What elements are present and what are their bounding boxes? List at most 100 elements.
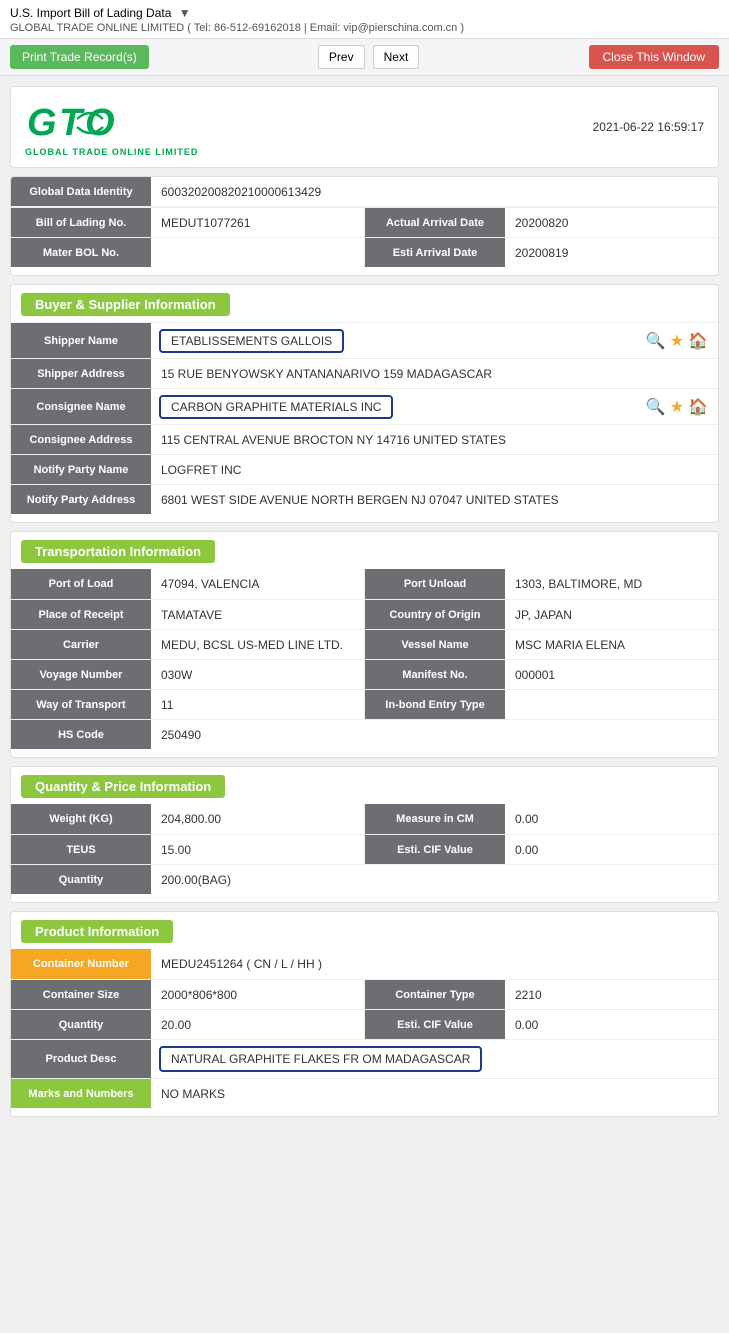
notify-party-address-row: Notify Party Address 6801 WEST SIDE AVEN… [11, 484, 718, 514]
container-type-value: 2210 [505, 980, 718, 1009]
identity-card: Global Data Identity 6003202008202100006… [10, 176, 719, 276]
timestamp: 2021-06-22 16:59:17 [593, 120, 704, 134]
svg-text:O: O [85, 102, 115, 144]
svg-text:G: G [27, 102, 57, 144]
inbond-entry-label: In-bond Entry Type [365, 690, 505, 719]
manifest-no-label: Manifest No. [365, 660, 505, 689]
teus-row: TEUS 15.00 Esti. CIF Value 0.00 [11, 834, 718, 864]
global-data-value: 600320200820210000613429 [151, 177, 718, 206]
consignee-icons: 🔍 ★ 🏠 [646, 397, 718, 417]
product-quantity-label: Quantity [11, 1010, 151, 1039]
top-bar: U.S. Import Bill of Lading Data ▼ GLOBAL… [0, 0, 729, 39]
container-number-value: MEDU2451264 ( CN / L / HH ) [151, 949, 718, 979]
hs-code-value: 250490 [151, 720, 718, 749]
product-esti-cif-value: 0.00 [505, 1010, 718, 1039]
product-quantity-row: Quantity 20.00 Esti. CIF Value 0.00 [11, 1009, 718, 1039]
actual-arrival-value: 20200820 [505, 208, 718, 237]
port-unload-value: 1303, BALTIMORE, MD [505, 569, 718, 599]
notify-party-address-value: 6801 WEST SIDE AVENUE NORTH BERGEN NJ 07… [151, 485, 718, 514]
product-desc-label: Product Desc [11, 1040, 151, 1078]
quantity-row: Quantity 200.00(BAG) [11, 864, 718, 894]
bol-value: MEDUT1077261 [151, 208, 365, 237]
quantity-value: 200.00(BAG) [151, 865, 718, 894]
shipper-home-icon[interactable]: 🏠 [688, 331, 708, 351]
container-size-value: 2000*806*800 [151, 980, 365, 1009]
vessel-name-value: MSC MARIA ELENA [505, 630, 718, 659]
shipper-icons: 🔍 ★ 🏠 [646, 331, 718, 351]
measure-value: 0.00 [505, 804, 718, 834]
consignee-home-icon[interactable]: 🏠 [688, 397, 708, 417]
port-unload-label: Port Unload [365, 569, 505, 599]
close-button[interactable]: Close This Window [589, 45, 719, 69]
print-button[interactable]: Print Trade Record(s) [10, 45, 149, 69]
notify-party-name-value: LOGFRET INC [151, 455, 718, 484]
container-size-row: Container Size 2000*806*800 Container Ty… [11, 979, 718, 1009]
svg-text:T: T [59, 102, 85, 144]
shipper-name-value: ETABLISSEMENTS GALLOIS [159, 329, 344, 353]
way-of-transport-label: Way of Transport [11, 690, 151, 719]
esti-arrival-label: Esti Arrival Date [365, 238, 505, 267]
esti-cif-label: Esti. CIF Value [365, 835, 505, 864]
toolbar: Print Trade Record(s) Prev Next Close Th… [0, 39, 729, 76]
marks-and-numbers-label: Marks and Numbers [11, 1079, 151, 1108]
actual-arrival-label: Actual Arrival Date [365, 208, 505, 237]
place-of-receipt-value: TAMATAVE [151, 600, 365, 629]
shipper-address-value: 15 RUE BENYOWSKY ANTANANARIVO 159 MADAGA… [151, 359, 718, 388]
mater-bol-label: Mater BOL No. [11, 238, 151, 267]
transportation-card: Transportation Information Port of Load … [10, 531, 719, 758]
global-data-label: Global Data Identity [11, 177, 151, 206]
mater-bol-value [151, 238, 365, 267]
subtitle: GLOBAL TRADE ONLINE LIMITED ( Tel: 86-51… [10, 22, 719, 34]
quantity-price-header: Quantity & Price Information [21, 775, 225, 798]
weight-row: Weight (KG) 204,800.00 Measure in CM 0.0… [11, 804, 718, 834]
inbond-entry-value [505, 690, 718, 719]
consignee-search-icon[interactable]: 🔍 [646, 397, 666, 417]
container-number-label: Container Number [11, 949, 151, 979]
page-title: U.S. Import Bill of Lading Data [10, 6, 171, 20]
shipper-search-icon[interactable]: 🔍 [646, 331, 666, 351]
product-information-header: Product Information [21, 920, 173, 943]
next-button[interactable]: Next [373, 45, 420, 69]
prev-button[interactable]: Prev [318, 45, 365, 69]
global-data-row: Global Data Identity 6003202008202100006… [11, 177, 718, 207]
marks-and-numbers-value: NO MARKS [151, 1079, 718, 1108]
shipper-address-label: Shipper Address [11, 359, 151, 388]
consignee-address-value: 115 CENTRAL AVENUE BROCTON NY 14716 UNIT… [151, 425, 718, 454]
shipper-name-row: Shipper Name ETABLISSEMENTS GALLOIS 🔍 ★ … [11, 322, 718, 358]
manifest-no-value: 000001 [505, 660, 718, 689]
esti-cif-value: 0.00 [505, 835, 718, 864]
shipper-star-icon[interactable]: ★ [670, 331, 684, 351]
carrier-value: MEDU, BCSL US-MED LINE LTD. [151, 630, 365, 659]
product-information-card: Product Information Container Number MED… [10, 911, 719, 1117]
weight-label: Weight (KG) [11, 804, 151, 834]
transportation-header: Transportation Information [21, 540, 215, 563]
vessel-name-label: Vessel Name [365, 630, 505, 659]
consignee-name-label: Consignee Name [11, 389, 151, 424]
buyer-supplier-card: Buyer & Supplier Information Shipper Nam… [10, 284, 719, 523]
port-of-load-row: Port of Load 47094, VALENCIA Port Unload… [11, 569, 718, 599]
content-area: G T O GLOBAL TRADE ONLINE LIMITED 2021-0… [0, 76, 729, 1135]
logo-svg: G T O [25, 97, 135, 147]
place-of-receipt-label: Place of Receipt [11, 600, 151, 629]
dropdown-arrow-icon[interactable]: ▼ [179, 6, 191, 20]
logo-subtitle: GLOBAL TRADE ONLINE LIMITED [25, 147, 198, 157]
container-size-label: Container Size [11, 980, 151, 1009]
carrier-row: Carrier MEDU, BCSL US-MED LINE LTD. Vess… [11, 629, 718, 659]
consignee-address-label: Consignee Address [11, 425, 151, 454]
teus-label: TEUS [11, 835, 151, 864]
logo-header: G T O GLOBAL TRADE ONLINE LIMITED 2021-0… [10, 86, 719, 168]
consignee-name-row: Consignee Name CARBON GRAPHITE MATERIALS… [11, 388, 718, 424]
mater-bol-row: Mater BOL No. Esti Arrival Date 20200819 [11, 237, 718, 267]
consignee-address-row: Consignee Address 115 CENTRAL AVENUE BRO… [11, 424, 718, 454]
notify-party-name-row: Notify Party Name LOGFRET INC [11, 454, 718, 484]
consignee-star-icon[interactable]: ★ [670, 397, 684, 417]
voyage-number-label: Voyage Number [11, 660, 151, 689]
product-quantity-value: 20.00 [151, 1010, 365, 1039]
buyer-supplier-header: Buyer & Supplier Information [21, 293, 230, 316]
way-of-transport-value: 11 [151, 690, 365, 719]
marks-row: Marks and Numbers NO MARKS [11, 1078, 718, 1108]
container-number-row: Container Number MEDU2451264 ( CN / L / … [11, 949, 718, 979]
quantity-price-card: Quantity & Price Information Weight (KG)… [10, 766, 719, 903]
logo-container: G T O GLOBAL TRADE ONLINE LIMITED [25, 97, 198, 157]
voyage-number-value: 030W [151, 660, 365, 689]
